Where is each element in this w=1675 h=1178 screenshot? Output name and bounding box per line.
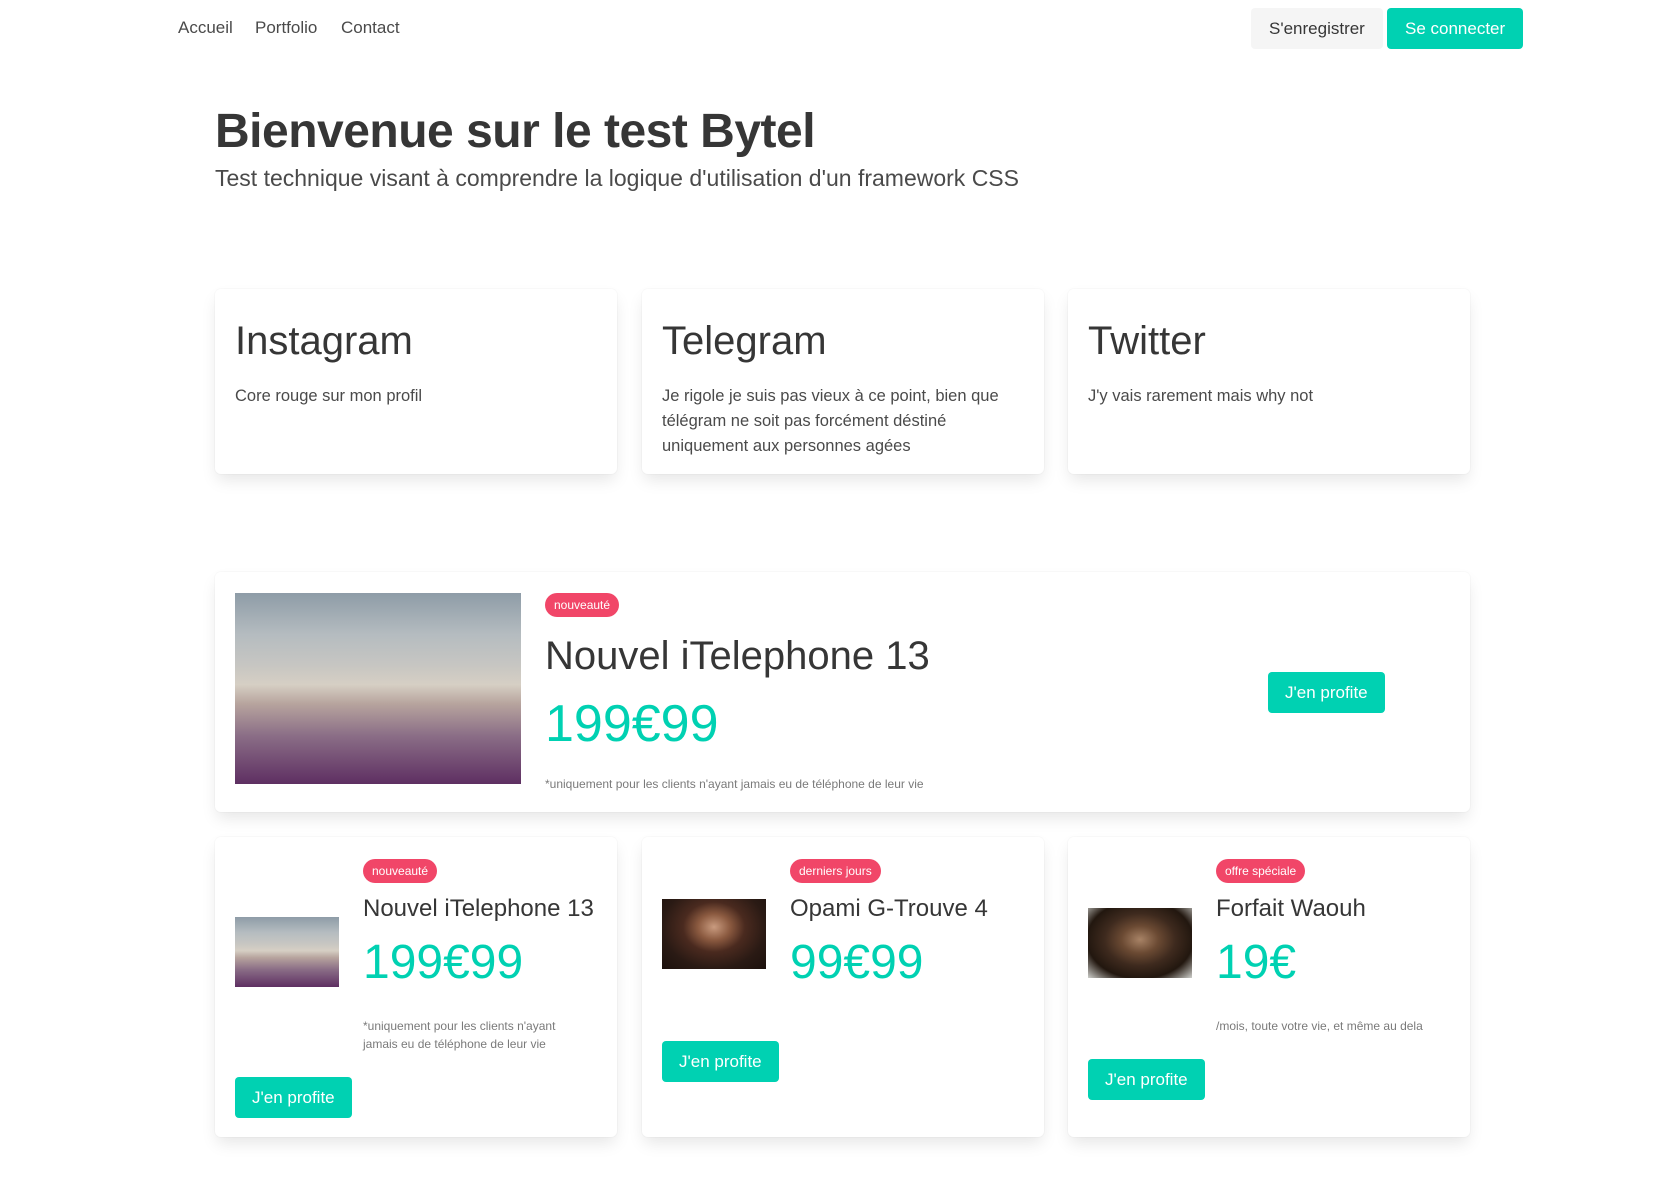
offer-card-itelephone: nouveauté Nouvel iTelephone 13 199€99 *u… [215,837,617,1137]
social-card-text: Je rigole je suis pas vieux à ce point, … [662,387,999,455]
register-button[interactable]: S'enregistrer [1251,8,1383,49]
offer-title: Forfait Waouh [1216,895,1366,922]
social-card-instagram: Instagram Core rouge sur mon profil [215,289,617,474]
social-card-title: Twitter [1088,319,1206,363]
offer-title: Opami G-Trouve 4 [790,895,988,922]
offer-cta-button[interactable]: J'en profite [1088,1059,1205,1100]
offer-tag: nouveauté [363,859,438,883]
portrait-image [662,899,766,969]
offer-cta-button[interactable]: J'en profite [1268,672,1385,713]
nav-link-accueil[interactable]: Accueil [178,18,233,38]
page-title: Bienvenue sur le test Bytel [215,105,816,158]
page-subtitle: Test technique visant à comprendre la lo… [215,165,1019,191]
social-card-telegram: Telegram Je rigole je suis pas vieux à c… [642,289,1044,474]
offer-card-opami: derniers jours Opami G-Trouve 4 99€99 J'… [642,837,1044,1137]
social-card-title: Instagram [235,319,413,363]
beach-image [235,593,521,784]
offer-cta-button[interactable]: J'en profite [235,1077,352,1118]
offer-title: Nouvel iTelephone 13 [545,634,930,678]
social-card-text: Core rouge sur mon profil [235,387,423,405]
offer-cta-button[interactable]: J'en profite [662,1041,779,1082]
offer-note: *uniquement pour les clients n'ayant jam… [363,1019,556,1051]
portrait-image [1088,908,1192,978]
offer-price: 199€99 [363,936,524,989]
offer-tag: nouveauté [545,593,620,617]
featured-offer-card: nouveauté Nouvel iTelephone 13 199€99 *u… [215,572,1470,812]
nav-link-portfolio[interactable]: Portfolio [255,18,317,38]
offer-price: 99€99 [790,936,924,989]
offer-tag: offre spéciale [1216,859,1306,883]
nav-link-contact[interactable]: Contact [341,18,400,38]
beach-image [235,917,339,987]
navbar: Accueil Portfolio Contact S'enregistrer … [0,0,1675,56]
offer-note: /mois, toute votre vie, et même au dela [1216,1019,1423,1033]
offer-tag: derniers jours [790,859,881,883]
offer-card-forfait: offre spéciale Forfait Waouh 19€ /mois, … [1068,837,1470,1137]
offer-price: 19€ [1216,936,1297,989]
login-button[interactable]: Se connecter [1387,8,1524,49]
social-card-title: Telegram [662,319,827,363]
social-card-text: J'y vais rarement mais why not [1088,387,1314,405]
offer-title: Nouvel iTelephone 13 [363,895,594,922]
offer-note: *uniquement pour les clients n'ayant jam… [545,777,924,791]
social-card-twitter: Twitter J'y vais rarement mais why not [1068,289,1470,474]
offer-price: 199€99 [545,695,719,753]
